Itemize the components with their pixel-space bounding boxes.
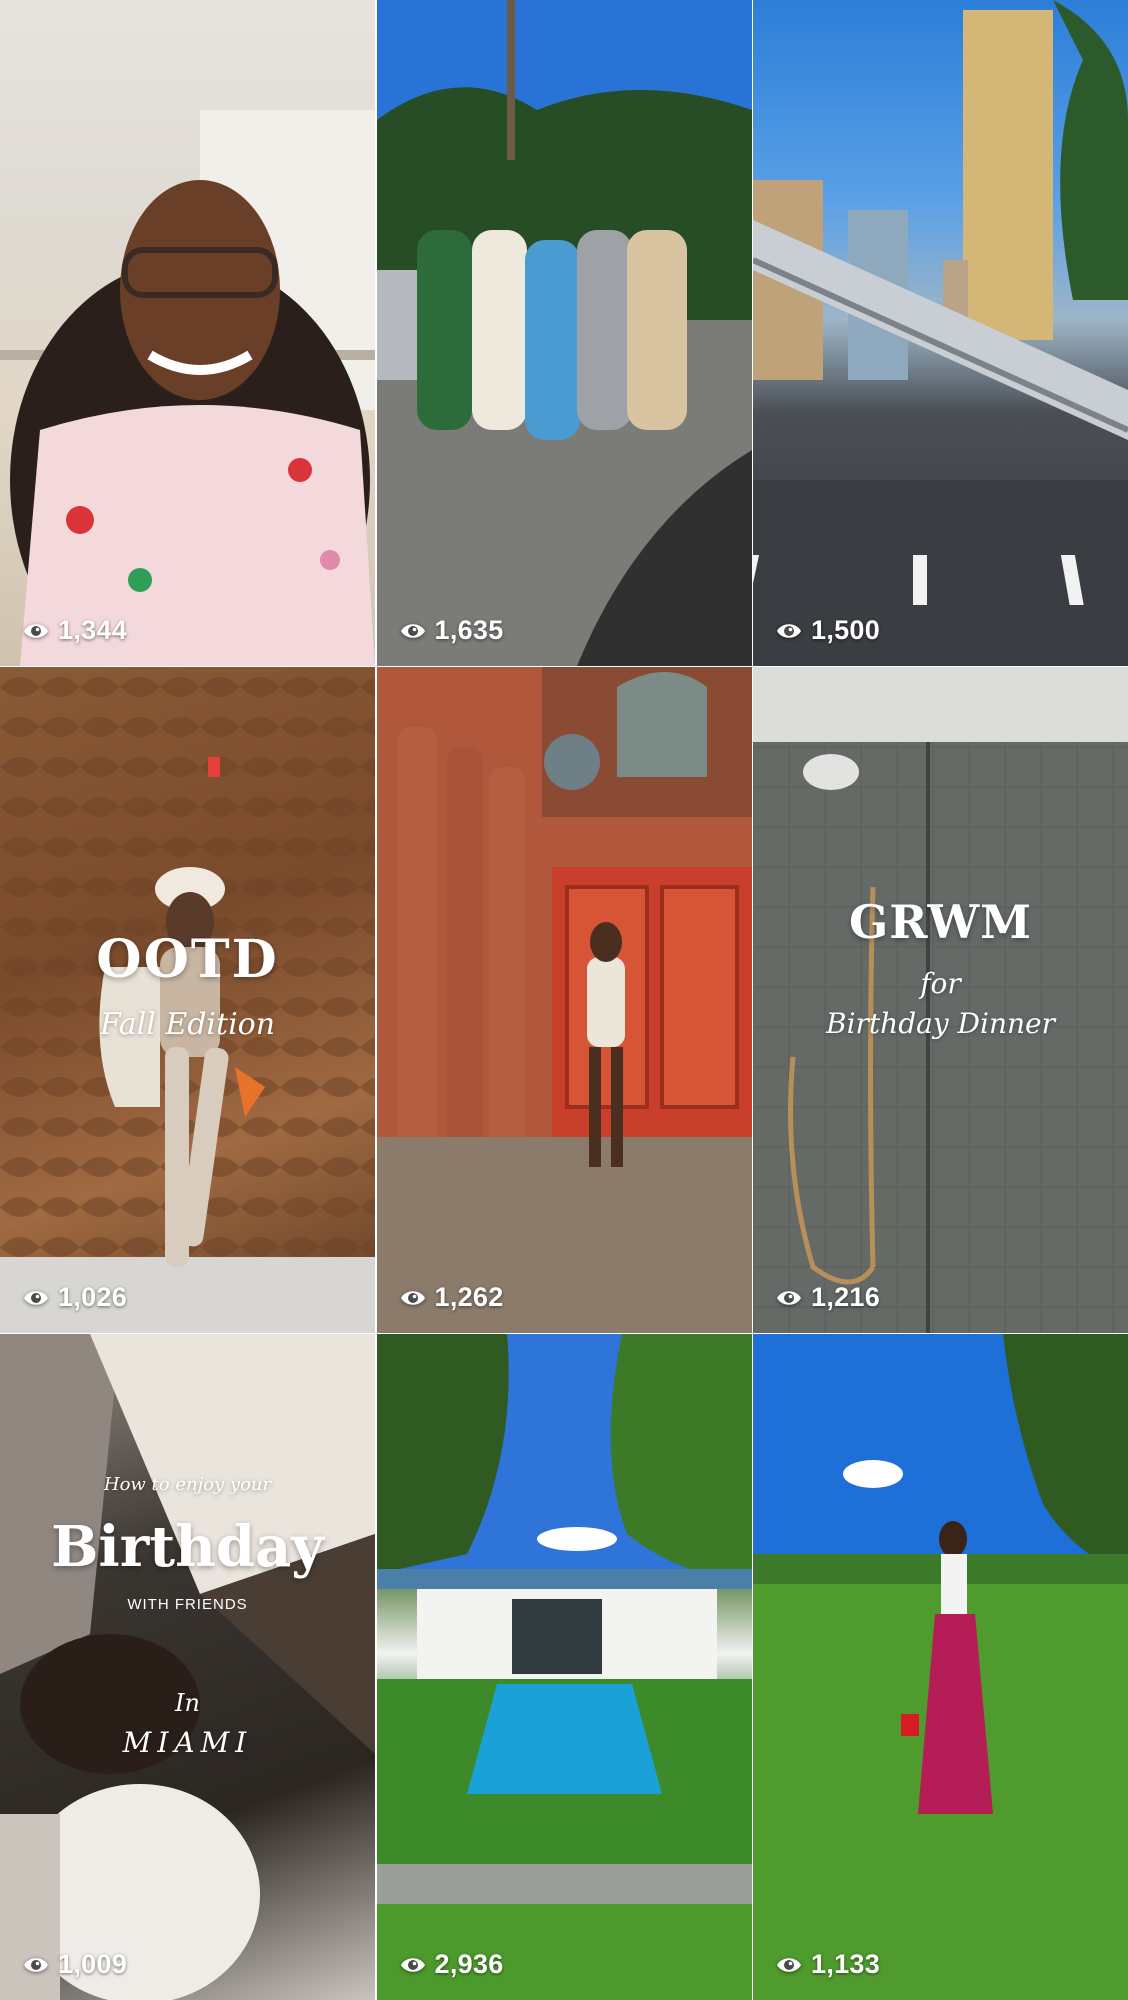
view-count: 2,936 <box>399 1949 504 1980</box>
eye-icon <box>400 1290 425 1305</box>
eye-icon <box>777 1957 801 1972</box>
eye-icon <box>24 623 48 638</box>
overlay-subtitle: WITH FRIENDS <box>127 1596 248 1613</box>
reel-thumbnail-selfie <box>0 110 375 666</box>
view-count: 1,026 <box>22 1282 127 1313</box>
view-count: 1,500 <box>775 615 880 646</box>
eye-icon <box>777 623 801 638</box>
overlay-script-2: MIAMI <box>122 1726 253 1759</box>
view-count-value: 1,500 <box>811 615 881 645</box>
view-count: 1,216 <box>775 1282 880 1313</box>
view-count-value: 1,635 <box>434 615 504 645</box>
overlay-kicker: How to enjoy your <box>103 1474 272 1495</box>
view-count-value: 1,216 <box>811 1282 881 1312</box>
overlay-script-1: In <box>175 1689 200 1717</box>
view-count-value: 1,009 <box>58 1949 128 1979</box>
view-count-value: 1,344 <box>58 615 128 645</box>
reel-tile-4[interactable]: OOTD Fall Edition 1,026 <box>0 667 375 1333</box>
eye-icon <box>24 1957 48 1972</box>
view-count: 1,133 <box>775 1949 880 1980</box>
reel-tile-7[interactable]: How to enjoy your Birthday WITH FRIENDS … <box>0 1334 375 2000</box>
view-count-value: 1,262 <box>434 1282 504 1312</box>
reel-tile-2[interactable]: 1,635 <box>376 0 752 666</box>
overlay-title: Birthday <box>51 1514 324 1580</box>
reel-tile-9[interactable]: 1,133 <box>753 1334 1128 2000</box>
reel-tile-5[interactable]: 1,262 <box>376 667 752 1333</box>
reel-tile-6[interactable]: GRWM for Birthday Dinner 1,216 <box>753 667 1128 1333</box>
view-count-value: 2,936 <box>434 1949 504 1979</box>
reels-grid: 1,344 1,635 1,500 OOTD Fall Edition 1,02… <box>0 0 1128 2000</box>
reel-tile-1[interactable]: 1,344 <box>0 0 375 666</box>
view-count: 1,009 <box>22 1949 127 1980</box>
eye-icon <box>400 623 425 638</box>
overlay-subtitle-1: for <box>920 967 961 1000</box>
reel-thumbnail-red-door <box>376 667 752 1333</box>
overlay-subtitle-2: Birthday Dinner <box>826 1007 1055 1040</box>
view-count: 1,635 <box>399 615 504 646</box>
overlay-title: GRWM <box>848 895 1033 949</box>
overlay-title: OOTD <box>96 929 279 990</box>
eye-icon <box>777 1290 801 1305</box>
eye-icon <box>24 1290 48 1305</box>
reel-thumbnail-ootd <box>0 667 375 1333</box>
reel-thumbnail-pool <box>376 1334 752 2000</box>
reel-thumbnail-birthday <box>0 1334 375 2000</box>
reel-thumbnail-shower <box>753 667 1128 1333</box>
view-count: 1,262 <box>399 1282 504 1313</box>
view-count-value: 1,026 <box>58 1282 128 1312</box>
reel-thumbnail-city <box>753 0 1128 666</box>
eye-icon <box>400 1957 425 1972</box>
view-count: 1,344 <box>22 615 127 646</box>
reel-thumbnail-field <box>753 1334 1128 2000</box>
reel-thumbnail-group <box>376 0 752 666</box>
view-count-value: 1,133 <box>811 1949 881 1979</box>
reel-tile-3[interactable]: 1,500 <box>753 0 1128 666</box>
reel-tile-8[interactable]: 2,936 <box>376 1334 752 2000</box>
overlay-subtitle: Fall Edition <box>99 1007 276 1042</box>
